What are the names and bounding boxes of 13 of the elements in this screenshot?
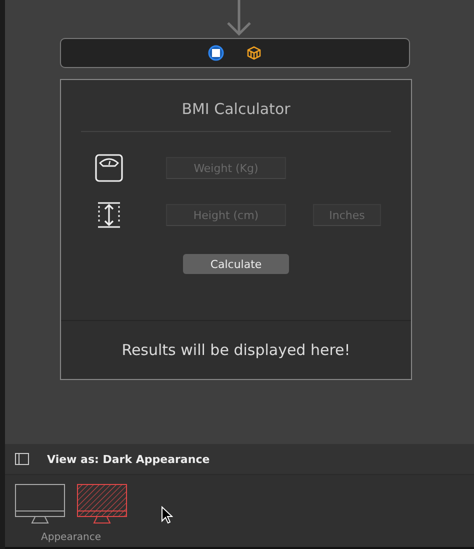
view-as-label: View as: Dark Appearance xyxy=(47,452,210,466)
cursor-icon xyxy=(161,506,173,524)
scale-icon xyxy=(94,154,122,182)
appearance-label: Appearance xyxy=(41,532,102,543)
height-icon xyxy=(96,202,120,228)
title-label: BMI Calculator xyxy=(182,100,290,118)
arrow-icon xyxy=(226,0,252,36)
view-controller-icon[interactable] xyxy=(208,45,224,61)
sidebar-toggle-icon[interactable] xyxy=(15,453,29,465)
cube-icon[interactable] xyxy=(246,45,262,61)
monitor-icon[interactable] xyxy=(15,484,65,524)
calculate-button[interactable]: Calculate xyxy=(183,254,289,274)
hatched-monitor-icon[interactable] xyxy=(77,484,127,524)
